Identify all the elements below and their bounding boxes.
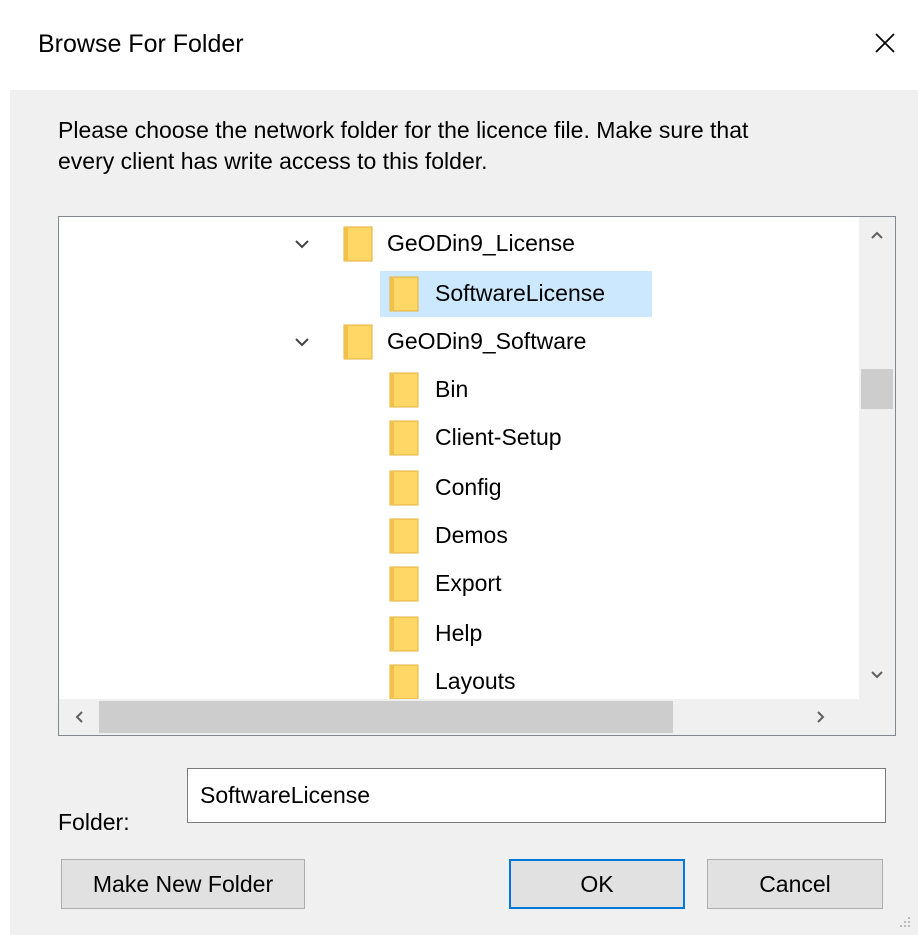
chevron-up-icon: [871, 231, 883, 239]
folder-icon: [343, 226, 373, 262]
close-icon[interactable]: [868, 26, 902, 60]
folder-icon: [389, 276, 419, 312]
folder-tree[interactable]: GeODin9_License SoftwareLicense GeODin9_…: [58, 216, 896, 736]
scroll-up-button[interactable]: [859, 217, 895, 253]
instruction-line-1: Please choose the network folder for the…: [58, 117, 749, 143]
folder-icon: [389, 664, 419, 700]
instruction-line-2: every client has write access to this fo…: [58, 148, 488, 174]
tree-item-help[interactable]: Help: [59, 611, 859, 657]
scroll-right-button[interactable]: [803, 699, 839, 735]
tree-item-label: GeODin9_License: [387, 230, 575, 256]
folder-icon: [389, 372, 419, 408]
resize-grip-icon[interactable]: [898, 915, 912, 929]
folder-icon: [389, 518, 419, 554]
scrollbar-corner: [859, 699, 895, 735]
instruction-text: Please choose the network folder for the…: [58, 115, 878, 177]
tree-item-label: GeODin9_Software: [387, 328, 587, 354]
folder-icon: [389, 470, 419, 506]
scroll-down-button[interactable]: [859, 657, 895, 693]
chevron-down-icon[interactable]: [291, 331, 313, 353]
window-title: Browse For Folder: [38, 30, 244, 58]
tree-item-label: Demos: [435, 522, 508, 548]
tree-item-export[interactable]: Export: [59, 561, 859, 607]
tree-item-label: Client-Setup: [435, 424, 562, 450]
tree-item-client-setup[interactable]: Client-Setup: [59, 415, 859, 461]
chevron-left-icon: [75, 711, 83, 723]
folder-input[interactable]: [187, 768, 886, 823]
folder-label: Folder:: [58, 809, 130, 835]
tree-item-demos[interactable]: Demos: [59, 513, 859, 559]
folder-icon: [389, 616, 419, 652]
tree-item-label: Layouts: [435, 668, 516, 694]
vertical-scroll-thumb[interactable]: [861, 369, 893, 409]
cancel-button[interactable]: Cancel: [707, 859, 883, 909]
chevron-down-icon: [871, 671, 883, 679]
tree-item-label: Bin: [435, 376, 469, 402]
window-edge: [0, 0, 10, 935]
scroll-left-button[interactable]: [61, 699, 97, 735]
title-bar[interactable]: Browse For Folder: [10, 0, 918, 90]
chevron-right-icon: [817, 711, 825, 723]
folder-icon: [343, 324, 373, 360]
tree-item-label: Config: [435, 474, 502, 500]
horizontal-scrollbar[interactable]: [59, 699, 861, 735]
tree-item-softwarelicense[interactable]: SoftwareLicense: [59, 271, 859, 317]
vertical-scrollbar[interactable]: [859, 217, 895, 701]
ok-button[interactable]: OK: [509, 859, 685, 909]
folder-icon: [389, 420, 419, 456]
tree-item-bin[interactable]: Bin: [59, 367, 859, 413]
tree-item-label: Help: [435, 620, 483, 646]
tree-item-geodin9-license[interactable]: GeODin9_License: [59, 221, 859, 267]
tree-item-geodin9-software[interactable]: GeODin9_Software: [59, 319, 859, 365]
chevron-down-icon[interactable]: [291, 233, 313, 255]
tree-item-label: SoftwareLicense: [435, 280, 606, 306]
horizontal-scroll-thumb[interactable]: [99, 701, 673, 733]
make-new-folder-button[interactable]: Make New Folder: [61, 859, 305, 909]
browse-for-folder-dialog: Browse For Folder Please choose the netw…: [0, 0, 918, 935]
folder-icon: [389, 566, 419, 602]
tree-item-label: Export: [435, 570, 502, 596]
tree-item-config[interactable]: Config: [59, 465, 859, 511]
